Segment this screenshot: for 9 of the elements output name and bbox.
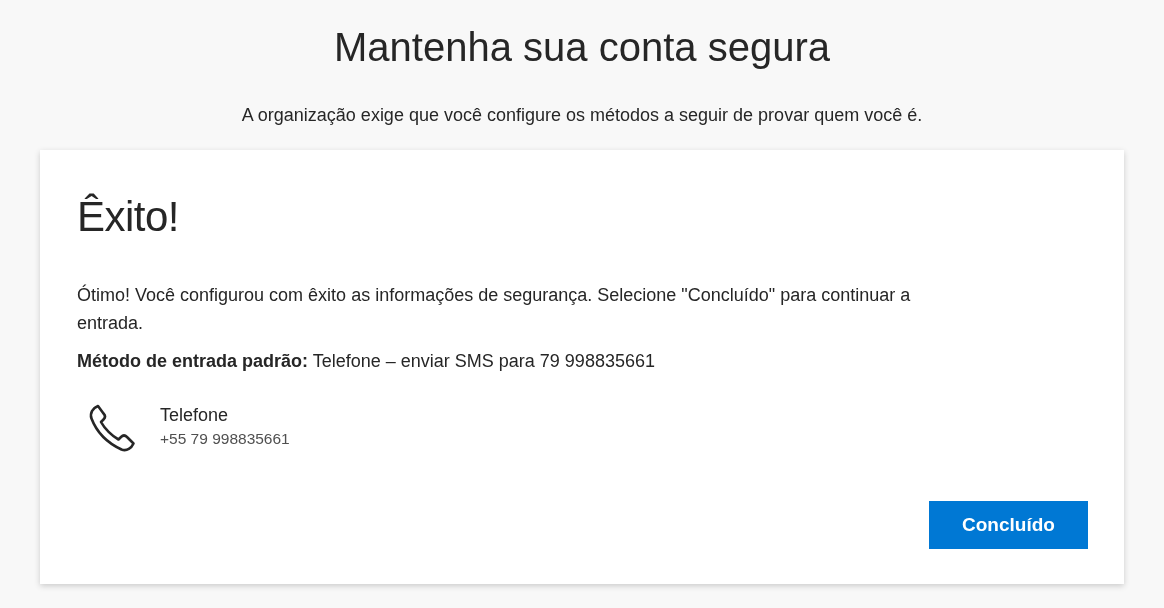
method-name: Telefone: [160, 404, 229, 427]
method-phone-number: +55 79 998835661: [160, 429, 290, 449]
done-button[interactable]: Concluído: [929, 501, 1088, 549]
page-title: Mantenha sua conta segura: [333, 24, 831, 71]
page-subtitle: A organização exige que você configure os métodos a seguir de provar quem você é.: [240, 104, 924, 127]
default-method-text: Método de entrada padrão: Telefone – enviar SMS para 79 998835661: [77, 350, 656, 373]
phone-icon: [88, 403, 136, 453]
card-heading: Êxito!: [77, 192, 181, 242]
success-message: Ótimo! Você configurou com êxito as informações de segurança. Selecione "Concluído" para continuar a entrada.: [77, 283, 912, 335]
